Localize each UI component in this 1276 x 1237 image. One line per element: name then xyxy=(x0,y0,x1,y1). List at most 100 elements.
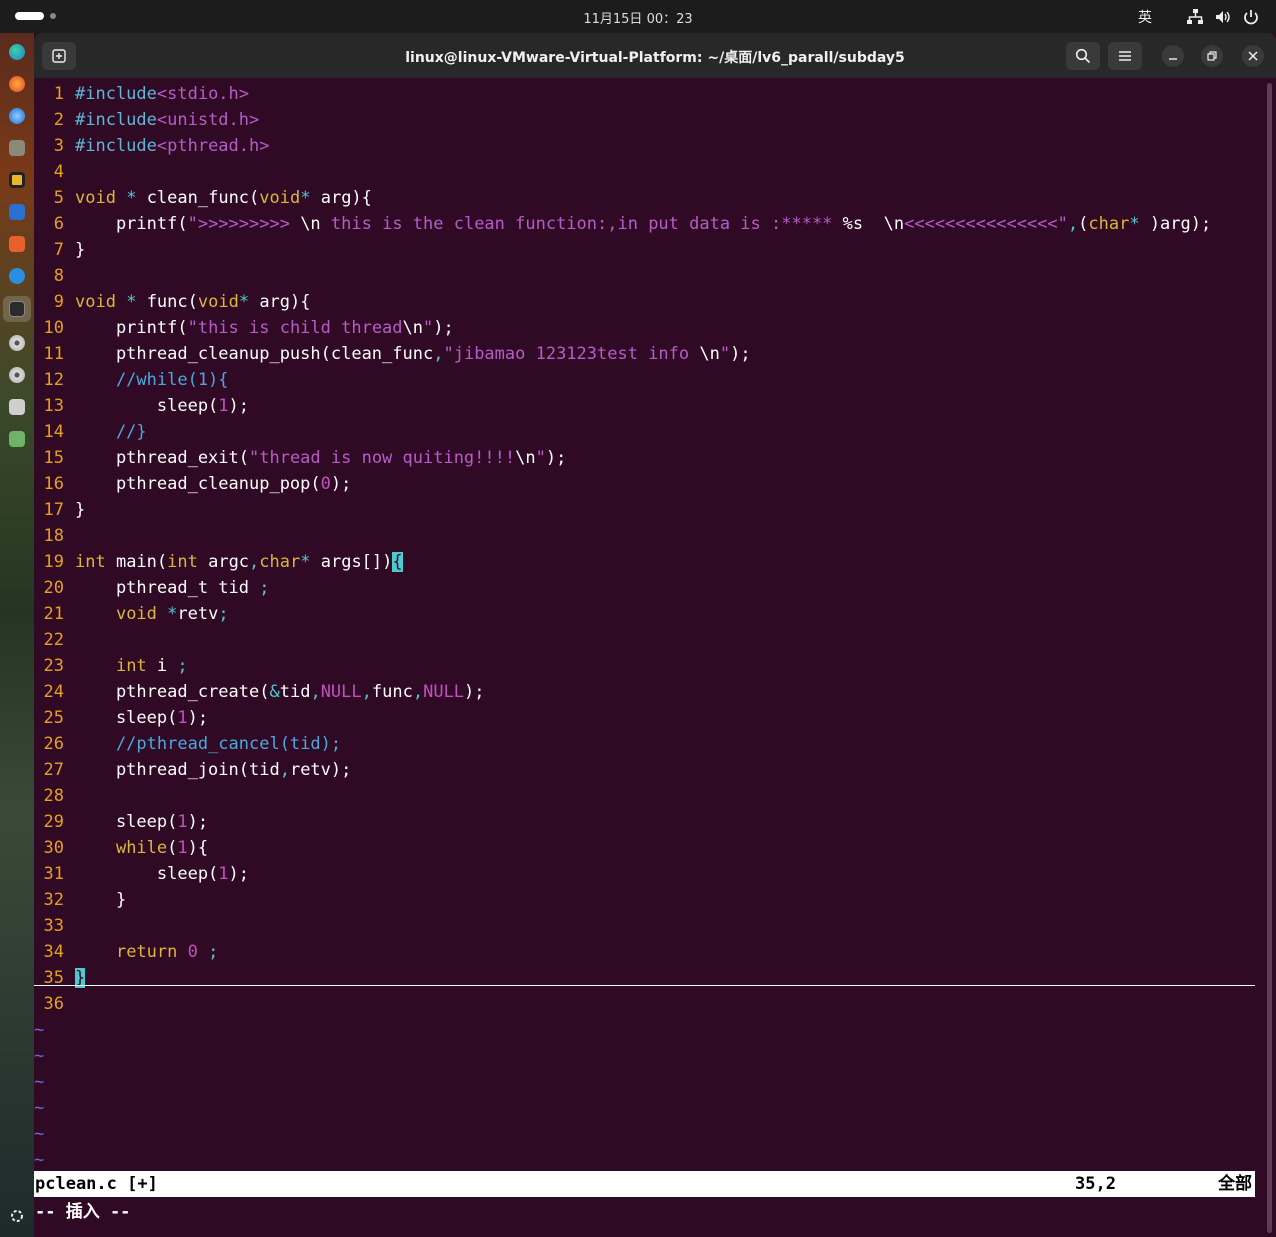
code-line[interactable]: 28 xyxy=(34,783,1262,809)
menu-button[interactable] xyxy=(1108,42,1142,70)
code-line[interactable]: 13 sleep(1); xyxy=(34,393,1262,419)
search-button[interactable] xyxy=(1066,42,1100,70)
code-token: NULL xyxy=(423,682,465,702)
clock-time[interactable]: 00：23 xyxy=(647,12,693,27)
code-token: ){ xyxy=(187,838,209,858)
code-token: pthread_join(tid xyxy=(75,760,280,780)
search-icon xyxy=(1075,48,1091,64)
line-number: 17 xyxy=(43,500,64,520)
code-line[interactable]: 1 #include<stdio.h> xyxy=(34,81,1262,107)
code-token: char xyxy=(1088,214,1130,234)
vim-statusline: pclean.c [+] 35,2 全部 xyxy=(34,1171,1255,1197)
code-token: & xyxy=(269,682,280,702)
code-line[interactable]: 30 while(1){ xyxy=(34,835,1262,861)
scrollbar[interactable] xyxy=(1267,83,1272,1233)
code-token: //pthread_cancel(tid); xyxy=(75,734,342,754)
code-line[interactable]: 10 printf("this is child thread\n"); xyxy=(34,315,1262,341)
code-line[interactable]: 16 pthread_cleanup_pop(0); xyxy=(34,471,1262,497)
code-line[interactable]: 33 xyxy=(34,913,1262,939)
code-line[interactable]: 22 xyxy=(34,627,1262,653)
code-line[interactable]: 19 int main(int argc,char* args[]){ xyxy=(34,549,1262,575)
code-line[interactable]: 3 #include<pthread.h> xyxy=(34,133,1262,159)
line-code: pthread_join(tid,retv); xyxy=(75,757,351,783)
power-icon[interactable] xyxy=(1242,8,1260,26)
line-code: int main(int argc,char* args[]){ xyxy=(75,549,403,575)
code-line[interactable]: 12 //while(1){ xyxy=(34,367,1262,393)
code-line[interactable]: 18 xyxy=(34,523,1262,549)
rhythmbox-icon[interactable] xyxy=(9,172,25,188)
code-line[interactable]: 5 void * clean_func(void* arg){ xyxy=(34,185,1262,211)
code-line[interactable]: 31 sleep(1); xyxy=(34,861,1262,887)
terminal-icon[interactable] xyxy=(9,301,25,317)
disc-icon[interactable] xyxy=(9,335,25,351)
code-token: * xyxy=(300,188,311,208)
code-line[interactable]: 27 pthread_join(tid,retv); xyxy=(34,757,1262,783)
trash-icon[interactable] xyxy=(9,431,25,447)
line-number: 9 xyxy=(53,292,64,312)
line-code: sleep(1); xyxy=(75,861,249,887)
restore-button[interactable] xyxy=(1201,45,1223,67)
code-token: int xyxy=(75,552,106,572)
code-line[interactable]: 11 pthread_cleanup_push(clean_func,"jiba… xyxy=(34,341,1262,367)
line-number: 25 xyxy=(43,708,64,728)
code-line[interactable]: 36 xyxy=(34,991,1262,1017)
code-token: this is the clean function:,in put data … xyxy=(320,214,843,234)
code-token: ); xyxy=(464,682,485,702)
code-token: \n xyxy=(699,344,720,364)
disc-icon[interactable] xyxy=(9,367,25,383)
firefox-icon[interactable] xyxy=(9,76,25,92)
code-token: ); xyxy=(433,318,454,338)
edge-icon[interactable] xyxy=(9,44,25,60)
code-token: void xyxy=(75,188,116,208)
code-line[interactable]: 2 #include<unistd.h> xyxy=(34,107,1262,133)
help-icon[interactable] xyxy=(9,268,25,284)
code-token: ; xyxy=(177,656,188,676)
software-icon[interactable] xyxy=(9,236,25,252)
clock-date[interactable]: 11月15日 xyxy=(583,12,642,27)
code-line[interactable]: 35} xyxy=(34,965,1262,991)
line-number: 21 xyxy=(43,604,64,624)
code-line[interactable]: 17} xyxy=(34,497,1262,523)
minimize-button[interactable] xyxy=(1162,45,1184,67)
network-icon[interactable] xyxy=(1186,8,1204,26)
code-line[interactable]: 25 sleep(1); xyxy=(34,705,1262,731)
code-token: " xyxy=(535,448,546,468)
code-line[interactable]: 6 printf(">>>>>>>>> \n this is the clean… xyxy=(34,211,1262,237)
code-line[interactable]: 4 xyxy=(34,159,1262,185)
code-line[interactable]: 8 xyxy=(34,263,1262,289)
writer-icon[interactable] xyxy=(9,204,25,220)
code-line[interactable]: 34 return 0 ; xyxy=(34,939,1262,965)
code-token: " xyxy=(719,344,731,364)
code-line[interactable]: 24 pthread_create(&tid,NULL,func,NULL); xyxy=(34,679,1262,705)
minimize-icon xyxy=(1169,58,1177,60)
code-line[interactable]: 15 pthread_exit("thread is now quiting!!… xyxy=(34,445,1262,471)
code-token: 0 xyxy=(320,474,331,494)
code-line[interactable]: 26 //pthread_cancel(tid); xyxy=(34,731,1262,757)
line-code: pthread_create(&tid,NULL,func,NULL); xyxy=(75,679,485,705)
volume-icon[interactable] xyxy=(1214,8,1232,26)
apps-grid-icon[interactable] xyxy=(10,1209,24,1223)
code-line[interactable]: 21 void *retv; xyxy=(34,601,1262,627)
line-number: 12 xyxy=(43,370,64,390)
code-line[interactable]: 7} xyxy=(34,237,1262,263)
save-icon[interactable] xyxy=(9,399,25,415)
code-token: pthread_exit( xyxy=(75,448,249,468)
thunderbird-icon[interactable] xyxy=(9,108,25,124)
line-number: 13 xyxy=(43,396,64,416)
code-token: //} xyxy=(75,422,147,442)
input-method-indicator[interactable]: 英 xyxy=(1138,7,1152,27)
close-button[interactable] xyxy=(1242,45,1264,67)
code-line[interactable]: 20 pthread_t tid ; xyxy=(34,575,1262,601)
code-line[interactable]: 9 void * func(void* arg){ xyxy=(34,289,1262,315)
code-line[interactable]: 14 //} xyxy=(34,419,1262,445)
code-token: * xyxy=(126,292,137,312)
code-token: printf( xyxy=(75,214,188,234)
close-icon xyxy=(1248,51,1258,61)
code-line[interactable]: 23 int i ; xyxy=(34,653,1262,679)
tilde-marker: ~ xyxy=(34,1098,45,1118)
code-token: void xyxy=(197,292,239,312)
code-line[interactable]: 29 sleep(1); xyxy=(34,809,1262,835)
vim-mode-indicator: -- 插入 -- xyxy=(35,1202,131,1222)
code-line[interactable]: 32 } xyxy=(34,887,1262,913)
files-icon[interactable] xyxy=(9,140,25,156)
